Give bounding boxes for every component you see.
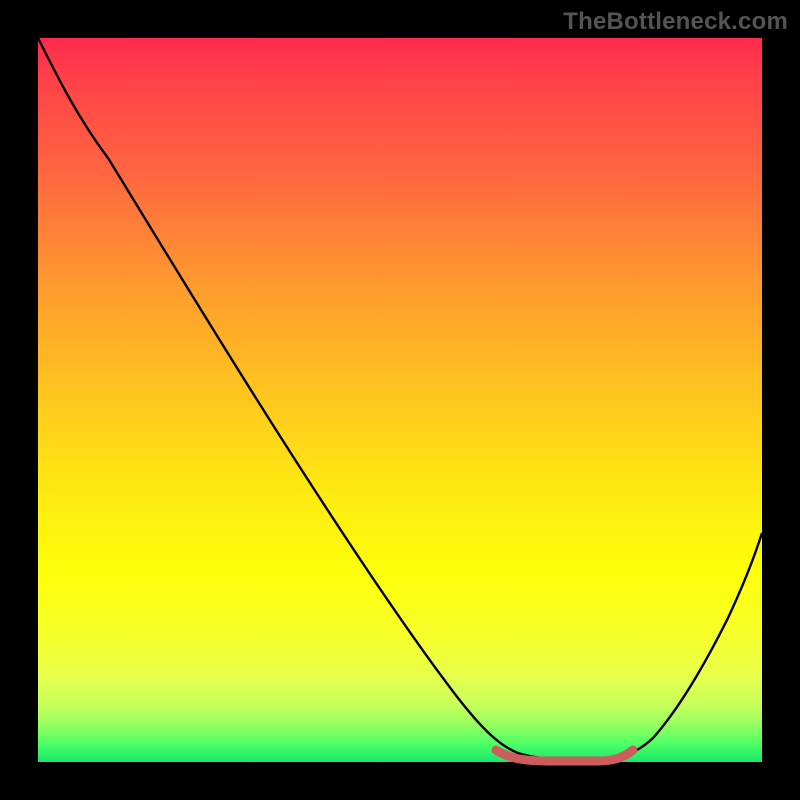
chart-frame: TheBottleneck.com <box>0 0 800 800</box>
chart-svg <box>38 38 762 762</box>
watermark-text: TheBottleneck.com <box>563 8 788 36</box>
bottleneck-curve <box>38 38 762 760</box>
chart-plot-area <box>38 38 762 762</box>
